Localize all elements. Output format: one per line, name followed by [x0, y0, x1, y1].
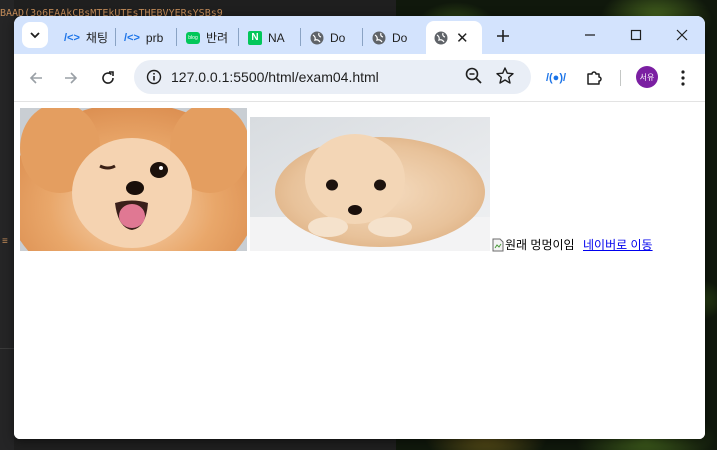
tab-title: prb	[145, 30, 164, 45]
editor-gutter	[0, 0, 14, 450]
code-icon: /<>	[124, 31, 140, 44]
arrow-left-icon	[29, 72, 42, 84]
puzzle-icon	[587, 71, 602, 85]
tab-4[interactable]: N NA	[240, 21, 302, 54]
resting-puppy-image	[250, 117, 490, 251]
code-icon: /<>	[64, 31, 80, 44]
close-icon	[676, 29, 688, 41]
tab-title: 채팅	[85, 31, 108, 45]
menu-button[interactable]	[671, 66, 695, 90]
naver-icon: N	[248, 30, 262, 45]
zoom-button[interactable]	[464, 66, 484, 91]
live-server-icon: /(●)/	[545, 72, 567, 84]
tab-title: NA	[268, 30, 285, 45]
minimize-button[interactable]	[567, 20, 613, 50]
tab-title: 반려	[206, 31, 228, 45]
forward-button[interactable]	[57, 64, 85, 92]
naver-link[interactable]: 네이버로 이동	[583, 236, 653, 253]
info-icon	[146, 69, 162, 85]
tab-5[interactable]: Do	[302, 21, 364, 54]
tab-6[interactable]: Do	[364, 21, 426, 54]
tab-separator	[362, 28, 363, 46]
tab-active[interactable]: ✕	[426, 21, 482, 54]
url-text[interactable]: 127.0.0.1:5500/html/exam04.html	[171, 69, 379, 85]
new-tab-button[interactable]	[491, 24, 515, 48]
browser-window: /<> 채팅 /<> prb blog 반려 N NA Do Do ✕ 127.…	[14, 16, 705, 439]
reload-icon	[102, 71, 114, 84]
tab-1[interactable]: /<> 채팅	[56, 21, 118, 54]
maximize-button[interactable]	[613, 20, 659, 50]
close-window-button[interactable]	[659, 20, 705, 50]
tab-3[interactable]: blog 반려	[178, 21, 240, 54]
chevron-down-icon	[30, 32, 40, 39]
extensions-menu-button[interactable]	[582, 66, 606, 90]
reload-button[interactable]	[94, 64, 122, 92]
tab-search-button[interactable]	[22, 22, 48, 48]
address-bar[interactable]: 127.0.0.1:5500/html/exam04.html	[134, 60, 531, 94]
tab-separator	[176, 28, 177, 46]
tab-separator	[238, 28, 239, 46]
star-icon	[496, 67, 514, 84]
profile-avatar[interactable]: 서유	[636, 66, 658, 88]
toolbar-divider	[620, 70, 621, 86]
globe-icon	[372, 31, 386, 44]
winking-pomeranian-image	[20, 108, 247, 251]
extension-button[interactable]: /(●)/	[544, 66, 568, 90]
plus-icon	[497, 30, 509, 42]
broken-image-icon	[492, 238, 504, 252]
back-button[interactable]	[22, 64, 50, 92]
editor-divider	[0, 348, 14, 349]
tab-2[interactable]: /<> prb	[116, 21, 178, 54]
zoom-out-icon	[465, 67, 482, 84]
tab-title: Do	[392, 30, 408, 45]
broken-image-alt-text: 원래 멍멍이임	[505, 238, 575, 252]
globe-icon	[310, 31, 324, 44]
tab-title: Do	[330, 30, 346, 45]
tab-separator	[300, 28, 301, 46]
blog-icon: blog	[186, 31, 200, 44]
browser-toolbar: 127.0.0.1:5500/html/exam04.html /(●)/ 서유	[14, 54, 705, 102]
editor-side-char: ≡	[2, 236, 8, 247]
more-vertical-icon	[681, 70, 685, 86]
broken-image: 원래 멍멍이임	[492, 236, 575, 253]
bookmark-button[interactable]	[495, 66, 515, 91]
arrow-right-icon	[65, 72, 78, 84]
close-tab-icon[interactable]: ✕	[456, 29, 469, 47]
minimize-icon	[585, 34, 595, 36]
tab-strip: /<> 채팅 /<> prb blog 반려 N NA Do Do ✕	[14, 16, 705, 54]
maximize-icon	[630, 29, 642, 41]
globe-icon	[434, 31, 448, 44]
site-info-button[interactable]	[142, 65, 166, 89]
page-viewport: 원래 멍멍이임 네이버로 이동	[14, 102, 705, 439]
